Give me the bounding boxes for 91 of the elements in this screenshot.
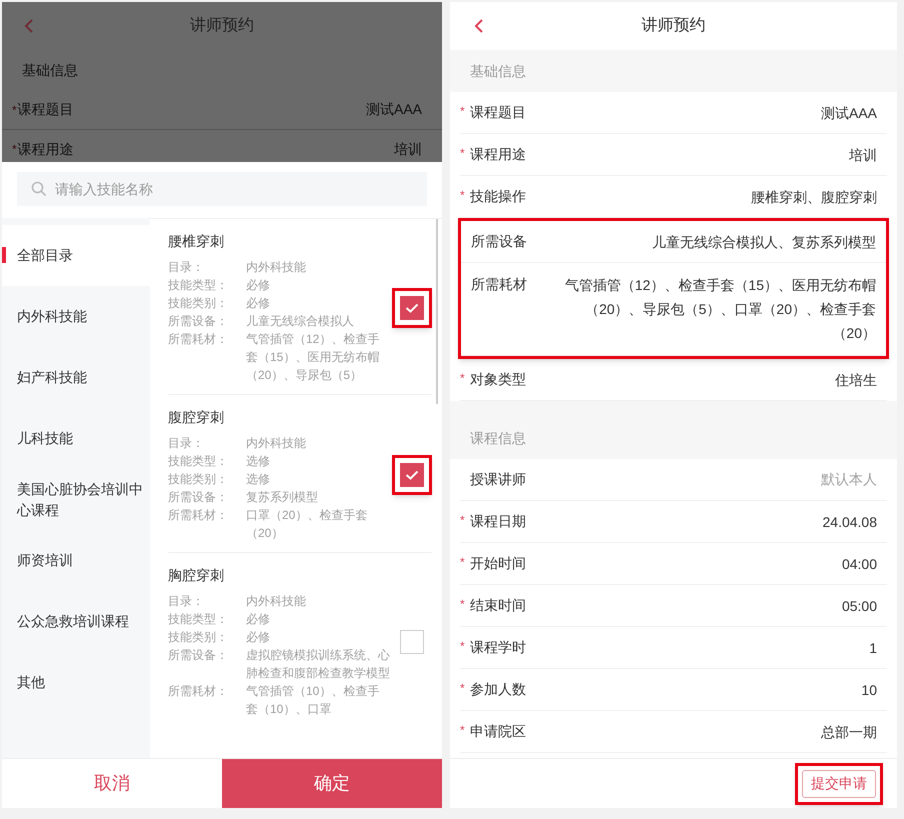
field-value: 10 — [861, 680, 877, 700]
field-label: 技能操作 — [470, 188, 526, 204]
skill-name: 胸腔穿刺 — [168, 566, 225, 585]
detail-value: 气管插管（12）、检查手套（15）、医用无纺布帽（20）、导尿包（5） — [246, 331, 380, 384]
field-label: 授课讲师 — [470, 470, 526, 486]
detail-label: 技能类别： — [168, 629, 229, 646]
page-title: 讲师预约 — [642, 16, 706, 36]
submit-button[interactable]: 提交申请 — [802, 770, 876, 798]
field-value: 05:00 — [842, 596, 877, 616]
detail-label: 技能类型： — [168, 277, 229, 294]
search-field[interactable]: 请输入技能名称 — [17, 172, 427, 206]
section-header: 基础信息 — [22, 60, 78, 80]
skill-name: 腰椎穿刺 — [168, 232, 225, 251]
required-asterisk: * — [460, 102, 465, 120]
detail-label: 技能类别： — [168, 471, 229, 488]
checkbox[interactable] — [400, 296, 424, 320]
detail-label: 所需设备： — [168, 313, 229, 330]
required-asterisk: * — [460, 186, 465, 204]
detail-value: 选修 — [246, 471, 271, 488]
page-title: 讲师预约 — [190, 16, 254, 36]
field-value: 1 — [869, 638, 877, 658]
field-label: 所需设备 — [471, 232, 527, 248]
field-label: 课程学时 — [470, 638, 526, 654]
detail-value: 内外科技能 — [246, 259, 307, 276]
field-label: 课程用途 — [470, 146, 526, 162]
required-asterisk: * — [12, 102, 17, 118]
required-asterisk: * — [460, 370, 465, 386]
checkbox[interactable] — [400, 462, 424, 486]
section-header: 课程信息 — [470, 429, 526, 448]
section-header: 基础信息 — [470, 62, 526, 81]
detail-value: 必修 — [246, 295, 271, 312]
field-label: 参加人数 — [470, 680, 526, 696]
required-asterisk: * — [460, 144, 465, 162]
detail-label: 所需耗材： — [168, 331, 229, 348]
field-value: 培训 — [394, 140, 422, 158]
detail-label: 目录： — [168, 259, 205, 276]
field-label: 结束时间 — [470, 596, 526, 612]
skill-name: 腹腔穿刺 — [168, 408, 225, 427]
detail-label: 所需耗材： — [168, 683, 229, 700]
detail-value: 气管插管（10）、检查手套（10）、口罩 — [246, 683, 380, 718]
field-label: 所需耗材 — [471, 276, 527, 292]
selected-indicator — [2, 247, 6, 263]
back-icon[interactable] — [474, 18, 484, 34]
required-asterisk: * — [460, 554, 465, 570]
field-value: 04:00 — [842, 554, 877, 574]
detail-label: 目录： — [168, 435, 205, 452]
field-value: 气管插管（12）、检查手套（15）、医用无纺布帽（20）、导尿包（5）、口罩（20）、检查手套（20） — [564, 276, 876, 343]
field-label: 开始时间 — [470, 554, 526, 570]
required-asterisk: * — [460, 512, 465, 528]
check-icon — [405, 302, 419, 312]
detail-label: 目录： — [168, 593, 205, 610]
detail-value: 儿童无线综合模拟人 — [246, 313, 355, 330]
field-label: 课程日期 — [470, 512, 526, 528]
field-label: 申请院区 — [470, 722, 526, 738]
field-value: 腰椎穿刺、腹腔穿刺 — [751, 188, 877, 206]
field-value: 儿童无线综合模拟人、复苏系列模型 — [652, 232, 876, 252]
detail-value: 必修 — [246, 629, 271, 646]
detail-value: 复苏系列模型 — [246, 489, 319, 506]
detail-value: 内外科技能 — [246, 435, 307, 452]
required-asterisk: * — [460, 680, 465, 696]
field-value: 培训 — [849, 146, 877, 164]
field-value: 住培生 — [835, 370, 877, 390]
check-icon — [405, 470, 419, 480]
detail-value: 口罩（20）、检查手套（20） — [246, 507, 368, 542]
required-asterisk: * — [460, 638, 465, 654]
detail-value: 必修 — [246, 277, 271, 294]
confirm-button[interactable]: 确定 — [222, 759, 442, 808]
detail-label: 技能类型： — [168, 611, 229, 628]
field-label: 课程用途 — [18, 140, 74, 158]
field-value: 24.04.08 — [822, 512, 877, 532]
required-asterisk: * — [12, 141, 17, 158]
field-label: 课程题目 — [470, 104, 526, 120]
field-label: 对象类型 — [470, 370, 526, 386]
category-item[interactable]: 全部目录 — [2, 225, 150, 286]
search-icon — [31, 181, 47, 197]
detail-label: 所需设备： — [168, 489, 229, 506]
detail-label: 所需耗材： — [168, 507, 229, 524]
detail-value: 必修 — [246, 611, 271, 628]
detail-label: 技能类别： — [168, 295, 229, 312]
detail-value: 虚拟腔镜模拟训练系统、心肺检查和腹部检查教学模型 — [246, 647, 390, 682]
field-value: 总部一期 — [821, 722, 877, 742]
field-value: 测试AAA — [366, 100, 422, 119]
required-asterisk: * — [460, 596, 465, 612]
detail-value: 选修 — [246, 453, 271, 470]
required-asterisk: * — [460, 722, 465, 738]
detail-label: 技能类型： — [168, 453, 229, 470]
field-label: 课程题目 — [18, 100, 74, 119]
detail-value: 内外科技能 — [246, 593, 307, 610]
field-value: 测试AAA — [820, 104, 877, 122]
checkbox[interactable] — [400, 630, 424, 654]
detail-label: 所需设备： — [168, 647, 229, 664]
